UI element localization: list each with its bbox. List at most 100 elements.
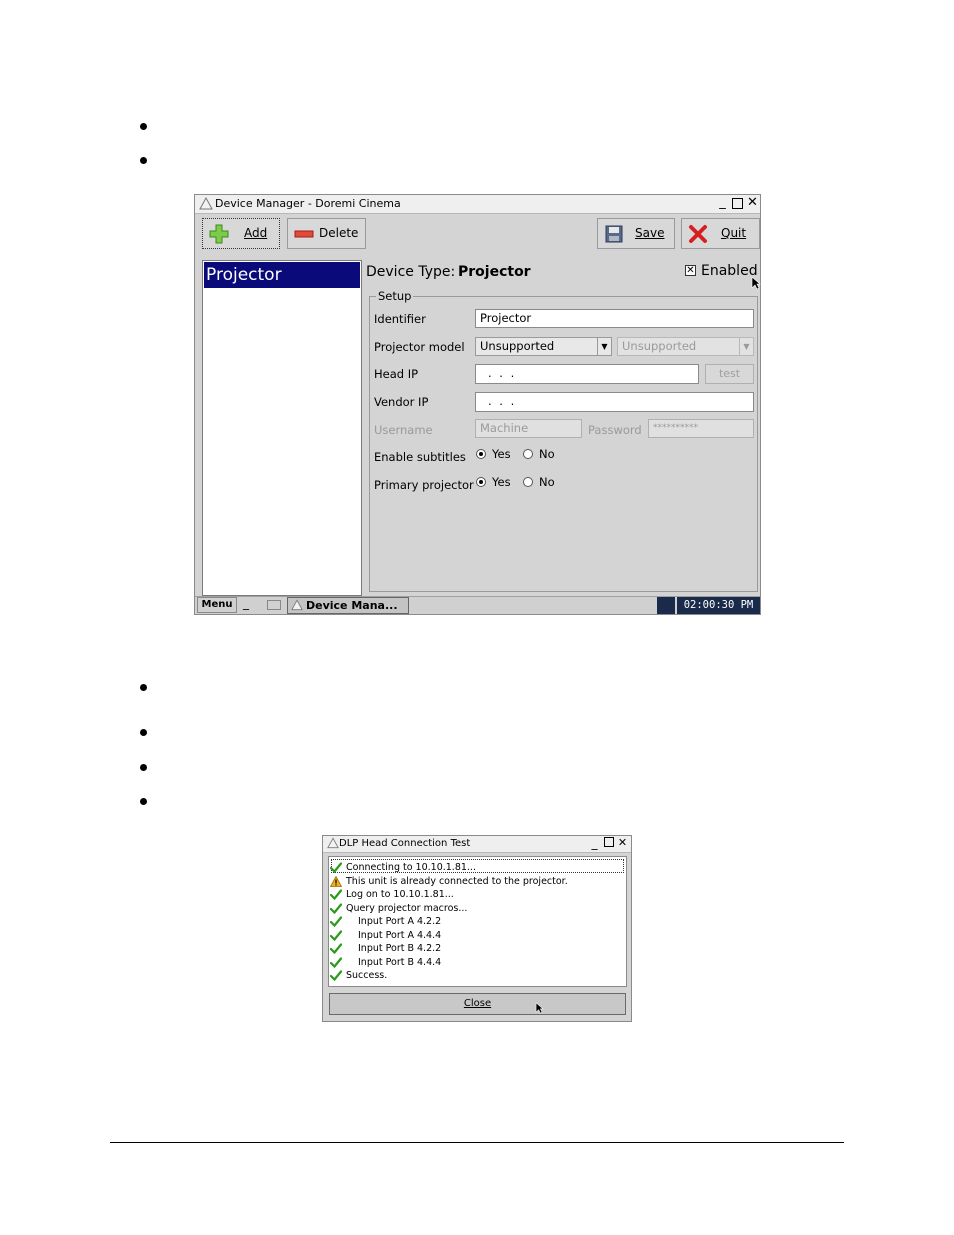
head-ip-label: Head IP xyxy=(374,367,419,381)
save-label: Save xyxy=(635,226,665,240)
clock: 02:00:30 PM xyxy=(677,597,760,614)
save-button[interactable]: Save xyxy=(597,218,675,249)
title-bar[interactable]: Device Manager - Doremi Cinema _ ✕ xyxy=(195,195,760,214)
warning-icon xyxy=(330,875,342,887)
log-panel: Connecting to 10.10.1.81... This unit is … xyxy=(328,856,627,987)
test-label: test xyxy=(718,367,741,380)
quit-x-icon xyxy=(689,225,707,243)
app-icon xyxy=(291,599,303,611)
delete-button[interactable]: Delete xyxy=(287,218,366,249)
taskbar: Menu _ Device Mana... 02:00:30 PM xyxy=(195,596,760,614)
close-button[interactable]: Close xyxy=(329,993,626,1015)
test-button: test xyxy=(705,364,754,384)
projector-model-value: Unsupported xyxy=(480,339,555,353)
task-label: Device Mana... xyxy=(306,599,398,612)
quit-label: Quit xyxy=(721,226,747,240)
window-title: Device Manager - Doremi Cinema xyxy=(215,197,401,210)
task-device-manager[interactable]: Device Mana... xyxy=(287,597,409,614)
check-icon xyxy=(330,956,342,968)
log-line-text: This unit is already connected to the pr… xyxy=(346,875,568,887)
bullet-6 xyxy=(140,798,147,805)
check-icon xyxy=(330,862,342,873)
projector-model-select[interactable]: Unsupported ▼ xyxy=(475,337,612,356)
check-icon xyxy=(330,889,342,900)
delete-label: Delete xyxy=(319,226,359,240)
primary-projector-no-radio[interactable] xyxy=(523,477,533,487)
enable-subtitles-label: Enable subtitles xyxy=(374,450,466,464)
projector-model-secondary-select: Unsupported ▼ xyxy=(617,337,754,356)
projector-model-secondary-value: Unsupported xyxy=(622,339,697,353)
minus-icon xyxy=(294,230,314,238)
quit-button[interactable]: Quit xyxy=(681,218,760,249)
add-label: Add xyxy=(244,226,268,240)
password-input: ********** xyxy=(648,419,754,438)
desktop-icon[interactable]: _ xyxy=(243,597,257,613)
device-manager-window: Device Manager - Doremi Cinema _ ✕ Add D… xyxy=(194,194,761,615)
log-line-text: Input Port A 4.2.2 xyxy=(358,916,442,927)
password-label: Password xyxy=(588,423,642,437)
dialog-title-bar[interactable]: DLP Head Connection Test _ ✕ xyxy=(323,836,631,853)
check-icon xyxy=(330,943,342,954)
primary-projector-yes-label: Yes xyxy=(492,475,511,489)
setup-group-label: Setup xyxy=(376,289,414,303)
device-type-label: Device Type: xyxy=(366,264,456,280)
log-line-text: Input Port A 4.4.4 xyxy=(358,929,442,941)
primary-projector-no-label: No xyxy=(539,475,555,489)
dialog-title: DLP Head Connection Test xyxy=(339,838,471,849)
projector-model-label: Projector model xyxy=(374,340,465,354)
enable-subtitles-yes-label: Yes xyxy=(492,447,511,461)
log-line-text: Input Port B 4.2.2 xyxy=(358,943,442,954)
identifier-label: Identifier xyxy=(374,312,426,326)
check-icon xyxy=(330,970,342,981)
enable-subtitles-no-label: No xyxy=(539,447,555,461)
identifier-input[interactable]: Projector xyxy=(475,309,754,328)
vendor-ip-input[interactable]: . . . xyxy=(475,392,754,412)
log-line-text: Log on to 10.10.1.81... xyxy=(346,889,454,900)
log-line-text: Query projector macros... xyxy=(346,902,468,914)
bullet-1 xyxy=(140,123,147,130)
footer-rule xyxy=(110,1142,844,1143)
enable-subtitles-yes-radio[interactable] xyxy=(476,449,486,459)
close-icon[interactable]: ✕ xyxy=(746,196,759,210)
log-line-text: Input Port B 4.4.4 xyxy=(358,956,442,968)
enabled-checkbox[interactable]: ✕ xyxy=(685,265,696,276)
app-icon xyxy=(199,197,213,210)
plus-icon xyxy=(209,224,229,244)
tray-icon[interactable] xyxy=(657,597,675,614)
enabled-label: Enabled xyxy=(701,263,758,279)
primary-projector-yes-radio[interactable] xyxy=(476,477,486,487)
log-line-text: Connecting to 10.10.1.81... xyxy=(346,862,476,873)
head-ip-input[interactable]: . . . xyxy=(475,364,699,384)
bullet-3 xyxy=(140,684,147,691)
check-icon xyxy=(330,902,342,914)
username-label: Username xyxy=(374,423,433,437)
log-line-text: Success. xyxy=(346,970,388,981)
save-icon xyxy=(605,225,623,243)
maximize-icon[interactable] xyxy=(602,837,615,850)
primary-projector-label: Primary projector xyxy=(374,478,474,492)
device-list[interactable]: Projector xyxy=(202,260,362,596)
bullet-4 xyxy=(140,729,147,736)
minimize-icon[interactable]: _ xyxy=(588,837,601,850)
window-list-icon[interactable] xyxy=(267,600,281,610)
check-icon xyxy=(330,916,342,927)
dlp-test-dialog: DLP Head Connection Test _ ✕ Connecting … xyxy=(322,835,632,1022)
maximize-icon[interactable] xyxy=(731,197,744,210)
enable-subtitles-no-radio[interactable] xyxy=(523,449,533,459)
minimize-icon[interactable]: _ xyxy=(716,196,729,210)
close-icon[interactable]: ✕ xyxy=(616,837,629,850)
chevron-down-icon: ▼ xyxy=(597,338,611,355)
add-button[interactable]: Add xyxy=(202,218,280,249)
bullet-2 xyxy=(140,157,147,164)
username-input: Machine xyxy=(475,419,582,438)
menu-button[interactable]: Menu xyxy=(197,597,237,613)
check-icon xyxy=(330,929,342,941)
mouse-cursor-icon xyxy=(535,1002,544,1014)
device-list-item-projector[interactable]: Projector xyxy=(204,262,360,288)
chevron-down-icon: ▼ xyxy=(739,338,753,355)
menu-label: Menu xyxy=(201,599,233,610)
vendor-ip-label: Vendor IP xyxy=(374,395,429,409)
mouse-cursor-icon xyxy=(751,276,761,290)
bullet-5 xyxy=(140,764,147,771)
app-icon xyxy=(327,837,339,849)
